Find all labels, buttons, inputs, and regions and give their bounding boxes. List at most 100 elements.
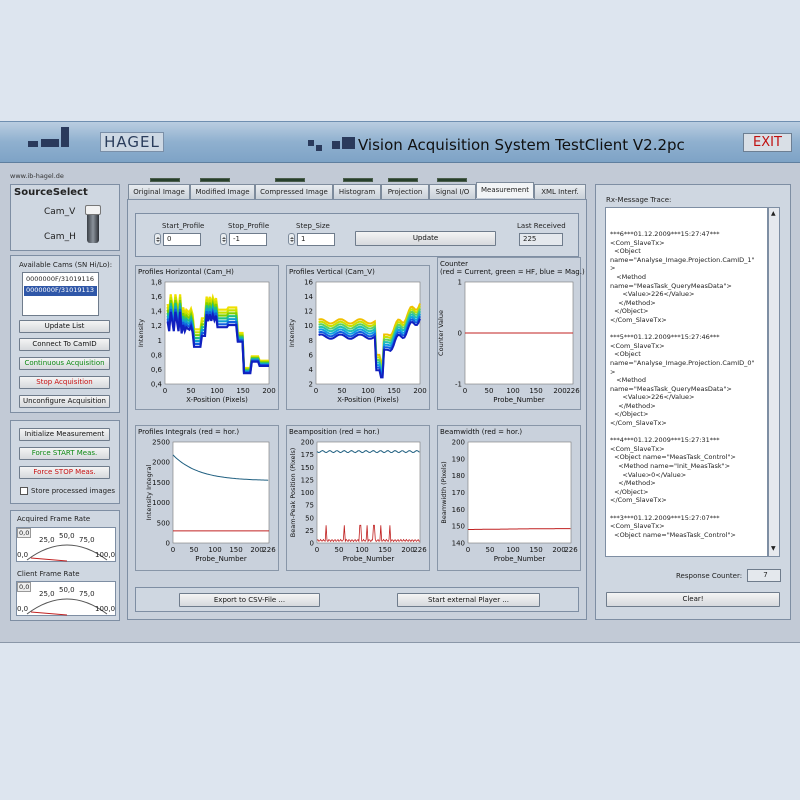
- tab-original-image[interactable]: Original Image: [128, 184, 190, 199]
- response-counter-label: Response Counter:: [676, 572, 743, 580]
- response-counter-value: 7: [747, 569, 781, 582]
- exit-button[interactable]: EXIT: [743, 133, 792, 152]
- x-tick-label: 226: [262, 546, 276, 554]
- y-tick-label: 0,8: [151, 351, 162, 359]
- gauge-tick: 0,0: [17, 551, 29, 559]
- rx-message-trace[interactable]: ***6***01.12.2009***15:27:47*** <Com_Sla…: [605, 207, 768, 557]
- source-select-title: SourceSelect: [14, 187, 88, 198]
- y-tick-label: 50: [305, 514, 314, 522]
- start-profile-label: Start_Profile: [162, 222, 205, 230]
- unconfigure-acquisition-button[interactable]: Unconfigure Acquisition: [19, 395, 110, 408]
- force-start-button[interactable]: Force START Meas.: [19, 447, 110, 460]
- x-tick-label: 150: [529, 546, 542, 554]
- gauge-tick: 50,0: [59, 586, 75, 594]
- x-tick-label: 100: [361, 387, 374, 395]
- x-tick-label: 100: [355, 546, 368, 554]
- rx-scrollbar[interactable]: ▲ ▼: [768, 207, 780, 557]
- tab-measurement[interactable]: Measurement: [476, 182, 534, 198]
- y-tick-label: 6: [309, 351, 314, 359]
- x-axis-label: Probe_Number: [494, 555, 546, 563]
- stop-profile-input[interactable]: -1: [229, 233, 267, 246]
- tab-led: [200, 178, 230, 182]
- plot-profiles-integrals: Profiles Integrals (red = hor.) 2500 2000…: [135, 425, 279, 571]
- step-size-input[interactable]: 1: [297, 233, 335, 246]
- stop-profile-spinner[interactable]: [220, 233, 227, 245]
- update-list-button[interactable]: Update List: [19, 320, 110, 333]
- cams-listbox[interactable]: 0000000F/31019116 0000000F/31019113: [22, 272, 99, 316]
- initialize-measurement-button[interactable]: Initialize Measurement: [19, 428, 110, 441]
- x-tick-label: 226: [564, 546, 578, 554]
- website-url: www.ib-hagel.de: [10, 172, 64, 180]
- start-profile-spinner[interactable]: [154, 233, 161, 245]
- y-tick-label: 2500: [152, 439, 170, 447]
- start-player-button[interactable]: Start external Player ...: [397, 593, 540, 607]
- tab-projection[interactable]: Projection: [381, 184, 429, 199]
- y-tick-label: 500: [157, 519, 170, 527]
- tab-modified-image[interactable]: Modified Image: [190, 184, 255, 199]
- tab-led: [388, 178, 418, 182]
- x-tick-label: 50: [338, 387, 347, 395]
- y-tick-label: 0,6: [151, 366, 163, 374]
- tab-histogram[interactable]: Histogram: [333, 184, 381, 199]
- toggle-knob[interactable]: [85, 205, 101, 215]
- plot-canvas: 2001901801701601501400 50 100 150 200226Prob…: [440, 439, 578, 564]
- tab-compressed-image[interactable]: Compressed Image: [255, 184, 333, 199]
- gauge-tick: 100,0: [95, 551, 116, 559]
- y-tick-label: 140: [452, 540, 465, 548]
- gauge-tick: 75,0: [79, 536, 95, 544]
- list-item-selected[interactable]: 0000000F/31019113: [24, 286, 97, 296]
- y-tick-label: 200: [452, 439, 465, 447]
- company-logo: [28, 141, 38, 147]
- measurement-control-panel: Initialize Measurement Force START Meas.…: [10, 420, 120, 504]
- y-tick-label: 2000: [152, 459, 170, 467]
- x-tick-label: 0: [463, 387, 467, 395]
- y-tick-label: 1000: [152, 499, 170, 507]
- stop-acquisition-button[interactable]: Stop Acquisition: [19, 376, 110, 389]
- x-axis-label: Probe_Number: [493, 396, 545, 404]
- export-csv-button[interactable]: Export to CSV-File ...: [179, 593, 320, 607]
- client-rate-gauge: 0,0 0,0 25,0 50,0 75,0 100,0: [16, 581, 116, 616]
- company-logo-part: [61, 127, 69, 147]
- x-tick-label: 100: [208, 546, 221, 554]
- x-tick-label: 0: [466, 546, 470, 554]
- y-tick-label: 4: [309, 366, 314, 374]
- x-tick-label: 226: [566, 387, 580, 395]
- y-tick-label: 1: [158, 337, 162, 345]
- tab-signal-io[interactable]: Signal I/O: [429, 184, 476, 199]
- gauge-tick: 25,0: [39, 590, 55, 598]
- cam-h-label: Cam_H: [44, 232, 76, 242]
- x-tick-label: 226: [413, 546, 427, 554]
- clear-button[interactable]: Clear!: [606, 592, 780, 607]
- y-tick-label: 1,8: [151, 279, 162, 287]
- x-tick-label: 0: [163, 387, 167, 395]
- y-axis-label: Intensity: [137, 319, 145, 347]
- y-axis-label: Counter Value: [438, 310, 445, 356]
- connect-camid-button[interactable]: Connect To CamID: [19, 338, 110, 351]
- rx-trace-label: Rx-Message Trace:: [606, 196, 672, 204]
- x-tick-label: 150: [378, 546, 391, 554]
- tab-xml-interf[interactable]: XML Interf.: [534, 184, 586, 199]
- y-tick-label: 190: [452, 455, 465, 463]
- plot-area: [467, 441, 572, 544]
- plot-canvas: 20017515012510075502500 50 100 150 200226Pro…: [289, 439, 427, 564]
- scroll-up-icon[interactable]: ▲: [771, 210, 776, 217]
- continuous-acquisition-button[interactable]: Continuous Acquisition: [19, 357, 110, 370]
- y-tick-label: 2: [309, 381, 313, 389]
- y-tick-label: 125: [301, 476, 314, 484]
- y-tick-label: 10: [304, 322, 313, 330]
- y-tick-label: 0: [166, 540, 170, 548]
- start-profile-input[interactable]: 0: [163, 233, 201, 246]
- y-tick-label: 170: [452, 489, 465, 497]
- title-logo-mark: [342, 137, 355, 149]
- store-images-checkbox[interactable]: [20, 487, 28, 495]
- list-item[interactable]: 0000000F/31019116: [24, 275, 97, 285]
- y-tick-label: 1,6: [151, 293, 163, 301]
- scroll-down-icon[interactable]: ▼: [771, 545, 776, 552]
- force-stop-button[interactable]: Force STOP Meas.: [19, 466, 110, 479]
- y-tick-label: 14: [304, 293, 313, 301]
- step-size-spinner[interactable]: [288, 233, 295, 245]
- update-button[interactable]: Update: [355, 231, 496, 246]
- app-title: Vision Acquisition System TestClient V2.…: [358, 136, 685, 154]
- company-logo-part: [41, 139, 59, 147]
- plot-profiles-horizontal: Profiles Horizontal (Cam_H) 1,8 1,6 1,4 1,2…: [135, 265, 279, 410]
